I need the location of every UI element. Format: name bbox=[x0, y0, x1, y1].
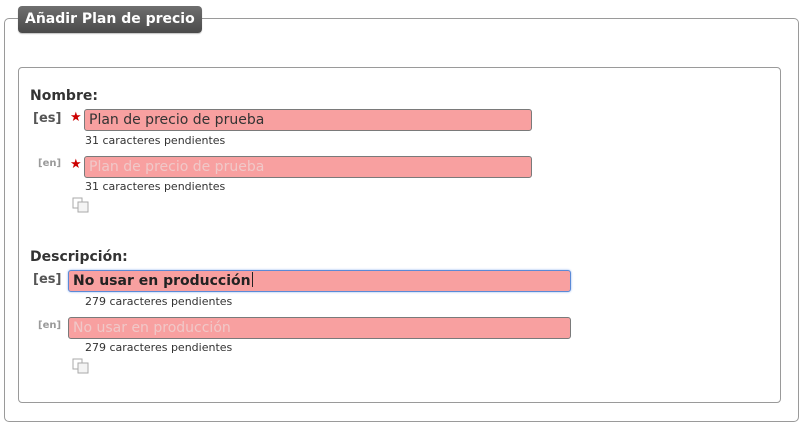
form-legend: Añadir Plan de precio bbox=[18, 6, 202, 33]
descripcion-en-remaining: 279 caracteres pendientes bbox=[85, 341, 233, 354]
copy-icon[interactable] bbox=[72, 358, 90, 374]
required-star-icon: ★ bbox=[70, 157, 82, 172]
descripcion-es-input[interactable]: No usar en producción bbox=[68, 270, 571, 292]
nombre-label: Nombre: bbox=[30, 88, 98, 104]
nombre-lang-en: [en] bbox=[38, 158, 62, 169]
descripcion-lang-es: [es] bbox=[33, 272, 62, 287]
text-caret bbox=[251, 272, 253, 287]
nombre-es-value: Plan de precio de prueba bbox=[89, 112, 265, 128]
nombre-en-input[interactable]: Plan de precio de prueba bbox=[84, 156, 532, 178]
descripcion-en-input[interactable]: No usar en producción bbox=[68, 317, 571, 339]
nombre-es-remaining: 31 caracteres pendientes bbox=[85, 134, 226, 147]
descripcion-label: Descripción: bbox=[30, 249, 128, 265]
nombre-en-placeholder: Plan de precio de prueba bbox=[89, 159, 265, 175]
descripcion-es-remaining: 279 caracteres pendientes bbox=[85, 295, 233, 308]
descripcion-en-placeholder: No usar en producción bbox=[73, 320, 231, 336]
nombre-es-input[interactable]: Plan de precio de prueba bbox=[84, 109, 532, 131]
copy-icon[interactable] bbox=[72, 197, 90, 213]
required-star-icon: ★ bbox=[70, 110, 82, 125]
nombre-lang-es: [es] bbox=[33, 111, 62, 126]
descripcion-lang-en: [en] bbox=[38, 320, 62, 331]
descripcion-es-value: No usar en producción bbox=[73, 273, 251, 289]
nombre-en-remaining: 31 caracteres pendientes bbox=[85, 180, 226, 193]
